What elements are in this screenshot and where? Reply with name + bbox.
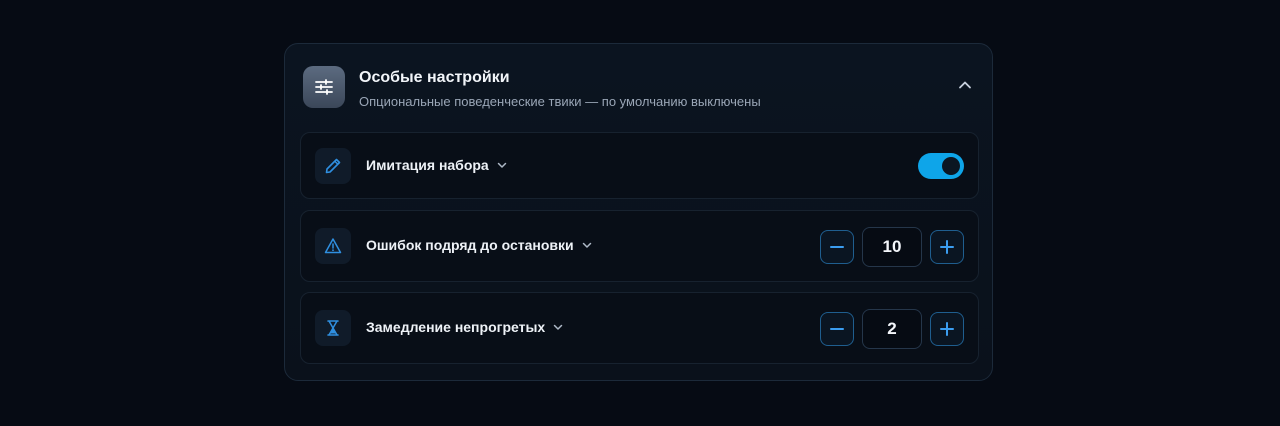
toggle-knob [942,157,960,175]
stepper-value[interactable]: 10 [862,227,922,267]
setting-label-typing-imitation[interactable]: Имитация набора [366,157,509,173]
slowdown-unwarmed-stepper: 2 [820,309,964,349]
stepper-value[interactable]: 2 [862,309,922,349]
sliders-icon [303,66,345,108]
chevron-down-icon [551,320,565,334]
errors-before-stop-stepper: 10 [820,227,964,267]
increment-button[interactable] [930,230,964,264]
setting-row-typing-imitation: Имитация набора [300,132,979,199]
setting-label-text: Имитация набора [366,157,489,173]
panel-title: Особые настройки [359,69,510,86]
chevron-down-icon [495,158,509,172]
minus-icon [830,246,844,248]
decrement-button[interactable] [820,312,854,346]
warning-icon [315,228,351,264]
decrement-button[interactable] [820,230,854,264]
setting-label-text: Замедление непрогретых [366,319,546,335]
chevron-down-icon [580,238,594,252]
special-settings-panel: Особые настройки Опциональные поведенчес… [284,43,993,381]
setting-row-slowdown-unwarmed: Замедление непрогретых 2 [300,292,979,364]
plus-icon [940,322,954,336]
hourglass-icon [315,310,351,346]
setting-row-errors-before-stop: Ошибок подряд до остановки 10 [300,210,979,282]
panel-header[interactable]: Особые настройки Опциональные поведенчес… [303,66,976,110]
minus-icon [830,328,844,330]
pencil-icon [315,148,351,184]
setting-label-slowdown-unwarmed[interactable]: Замедление непрогретых [366,319,565,335]
setting-label-text: Ошибок подряд до остановки [366,237,574,253]
typing-imitation-toggle[interactable] [918,153,964,179]
panel-subtitle: Опциональные поведенческие твики — по ум… [359,94,761,109]
setting-label-errors-before-stop[interactable]: Ошибок подряд до остановки [366,237,594,253]
increment-button[interactable] [930,312,964,346]
plus-icon [940,240,954,254]
chevron-up-icon[interactable] [954,74,976,96]
